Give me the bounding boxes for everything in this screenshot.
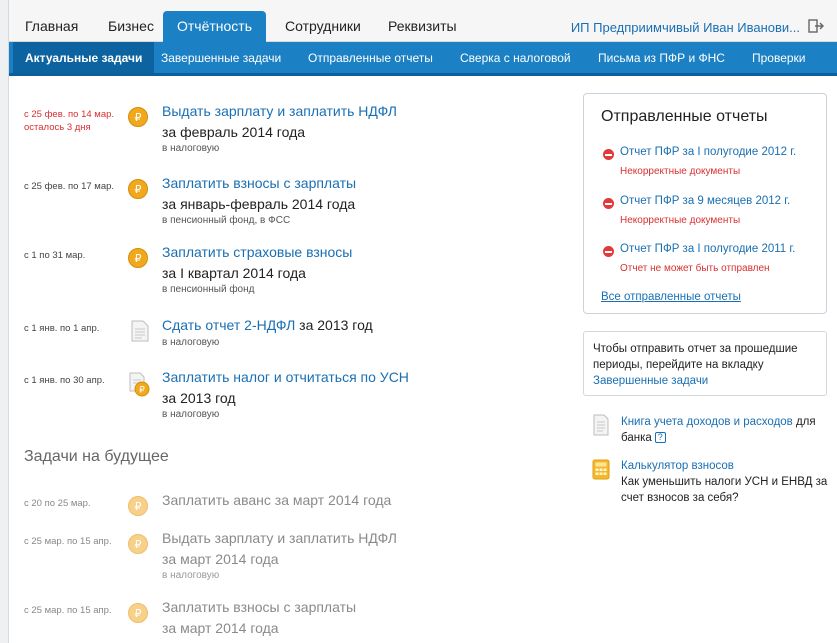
subtab-tax-reconciliation[interactable]: Сверка с налоговой xyxy=(460,42,571,73)
future-tasks-heading: Задачи на будущее xyxy=(24,448,169,465)
user-name-link[interactable]: ИП Предприимчивый Иван Иванови... xyxy=(571,20,800,35)
document-icon xyxy=(593,414,609,436)
task-title[interactable]: Заплатить взносы с зарплаты xyxy=(162,597,356,617)
coin-icon: ₽ xyxy=(128,534,148,554)
svg-text:₽: ₽ xyxy=(135,252,142,265)
error-icon xyxy=(603,149,614,160)
task-date: с 20 по 25 мар. xyxy=(24,498,91,509)
tab-reports[interactable]: Отчётность xyxy=(163,11,267,42)
sent-report-status: Некорректные документы xyxy=(620,215,741,226)
task-destination: в налоговую xyxy=(162,409,220,420)
svg-text:₽: ₽ xyxy=(135,183,142,196)
svg-text:₽: ₽ xyxy=(135,607,142,620)
sub-nav: Актуальные задачи Завершенные задачи Отп… xyxy=(9,42,837,76)
document-icon xyxy=(131,320,149,342)
task-date: с 1 янв. по 30 апр. xyxy=(24,375,105,386)
calculator-description: Как уменьшить налоги УСН и ЕНВД за счет … xyxy=(621,476,828,504)
task-title[interactable]: Заплатить аванс за март 2014 года xyxy=(162,490,391,510)
svg-text:₽: ₽ xyxy=(135,500,142,513)
task-period: за февраль 2014 года xyxy=(162,124,306,140)
tab-home[interactable]: Главная xyxy=(11,0,92,42)
svg-text:₽: ₽ xyxy=(139,386,145,396)
all-sent-reports-link[interactable]: Все отправленные отчеты xyxy=(601,291,741,303)
svg-text:₽: ₽ xyxy=(135,111,142,124)
calculator-icon xyxy=(592,459,610,480)
document-coin-icon: ₽ xyxy=(129,372,150,397)
sent-reports-panel: Отправленные отчеты Отчет ПФР за I полуг… xyxy=(583,93,827,314)
svg-text:₽: ₽ xyxy=(135,538,142,551)
task-period: за март 2014 года xyxy=(162,551,279,567)
task-destination: в налоговую xyxy=(162,143,220,154)
subtab-finished-tasks[interactable]: Завершенные задачи xyxy=(161,42,281,73)
task-date: с 25 мар. по 15 апр. xyxy=(24,605,112,616)
task-destination: в пенсионный фонд xyxy=(162,284,255,295)
task-period: за март 2014 года xyxy=(162,620,279,636)
error-icon xyxy=(603,198,614,209)
task-title[interactable]: Сдать отчет 2-НДФЛ за 2013 год xyxy=(162,315,373,335)
task-title[interactable]: Выдать зарплату и заплатить НДФЛ xyxy=(162,528,397,548)
task-title[interactable]: Выдать зарплату и заплатить НДФЛ xyxy=(162,101,397,121)
task-period: за 2013 год xyxy=(162,390,236,406)
info-text: Чтобы отправить отчет за прошедшие перио… xyxy=(593,343,798,371)
sent-report-link[interactable]: Отчет ПФР за I полугодие 2012 г. xyxy=(620,146,796,158)
task-date: с 25 фев. по 17 мар. xyxy=(24,181,115,192)
tab-requisites[interactable]: Реквизиты xyxy=(374,0,471,42)
sent-report-link[interactable]: Отчет ПФР за 9 месяцев 2012 г. xyxy=(620,195,790,207)
subtab-inspections[interactable]: Проверки xyxy=(752,42,806,73)
task-title[interactable]: Заплатить страховые взносы xyxy=(162,242,352,262)
task-date: с 25 мар. по 15 апр. xyxy=(24,536,112,547)
sent-reports-heading: Отправленные отчеты xyxy=(601,108,768,125)
help-icon[interactable]: ? xyxy=(654,432,666,443)
subtab-current-tasks[interactable]: Актуальные задачи xyxy=(13,42,155,73)
logout-icon[interactable] xyxy=(808,19,824,33)
coin-icon: ₽ xyxy=(128,603,148,623)
income-book-link[interactable]: Книга учета доходов и расходов xyxy=(621,416,793,428)
top-nav: Главная Бизнес Отчётность Сотрудники Рек… xyxy=(9,0,837,42)
coin-icon: ₽ xyxy=(128,179,148,199)
coin-icon: ₽ xyxy=(128,248,148,268)
coin-icon: ₽ xyxy=(128,107,148,127)
task-date: с 1 по 31 мар. xyxy=(24,250,86,261)
tab-business[interactable]: Бизнес xyxy=(94,0,168,42)
task-destination: в налоговую xyxy=(162,570,220,581)
sent-report-status: Некорректные документы xyxy=(620,166,741,177)
subtab-sent-reports[interactable]: Отправленные отчеты xyxy=(308,42,433,73)
task-date: с 25 фев. по 14 мар. осталось 3 дня xyxy=(24,109,115,133)
task-destination: в пенсионный фонд, в ФСС xyxy=(162,215,291,226)
task-period: за январь-февраль 2014 года xyxy=(162,196,356,212)
task-title[interactable]: Заплатить налог и отчитаться по УСН xyxy=(162,367,409,387)
calculator-link[interactable]: Калькулятор взносов xyxy=(621,460,734,472)
finished-tasks-link[interactable]: Завершенные задачи xyxy=(593,375,708,387)
app-frame: Главная Бизнес Отчётность Сотрудники Рек… xyxy=(8,0,837,643)
info-box: Чтобы отправить отчет за прошедшие перио… xyxy=(583,331,827,396)
subtab-letters[interactable]: Письма из ПФР и ФНС xyxy=(598,42,725,73)
task-title[interactable]: Заплатить взносы с зарплаты xyxy=(162,173,356,193)
tab-employees[interactable]: Сотрудники xyxy=(271,0,375,42)
task-period: за I квартал 2014 года xyxy=(162,265,306,281)
sent-report-status: Отчет не может быть отправлен xyxy=(620,263,770,274)
error-icon xyxy=(603,246,614,257)
coin-icon: ₽ xyxy=(128,496,148,516)
task-destination: в налоговую xyxy=(162,337,220,348)
sent-report-link[interactable]: Отчет ПФР за I полугодие 2011 г. xyxy=(620,243,795,255)
task-date: с 1 янв. по 1 апр. xyxy=(24,323,100,334)
